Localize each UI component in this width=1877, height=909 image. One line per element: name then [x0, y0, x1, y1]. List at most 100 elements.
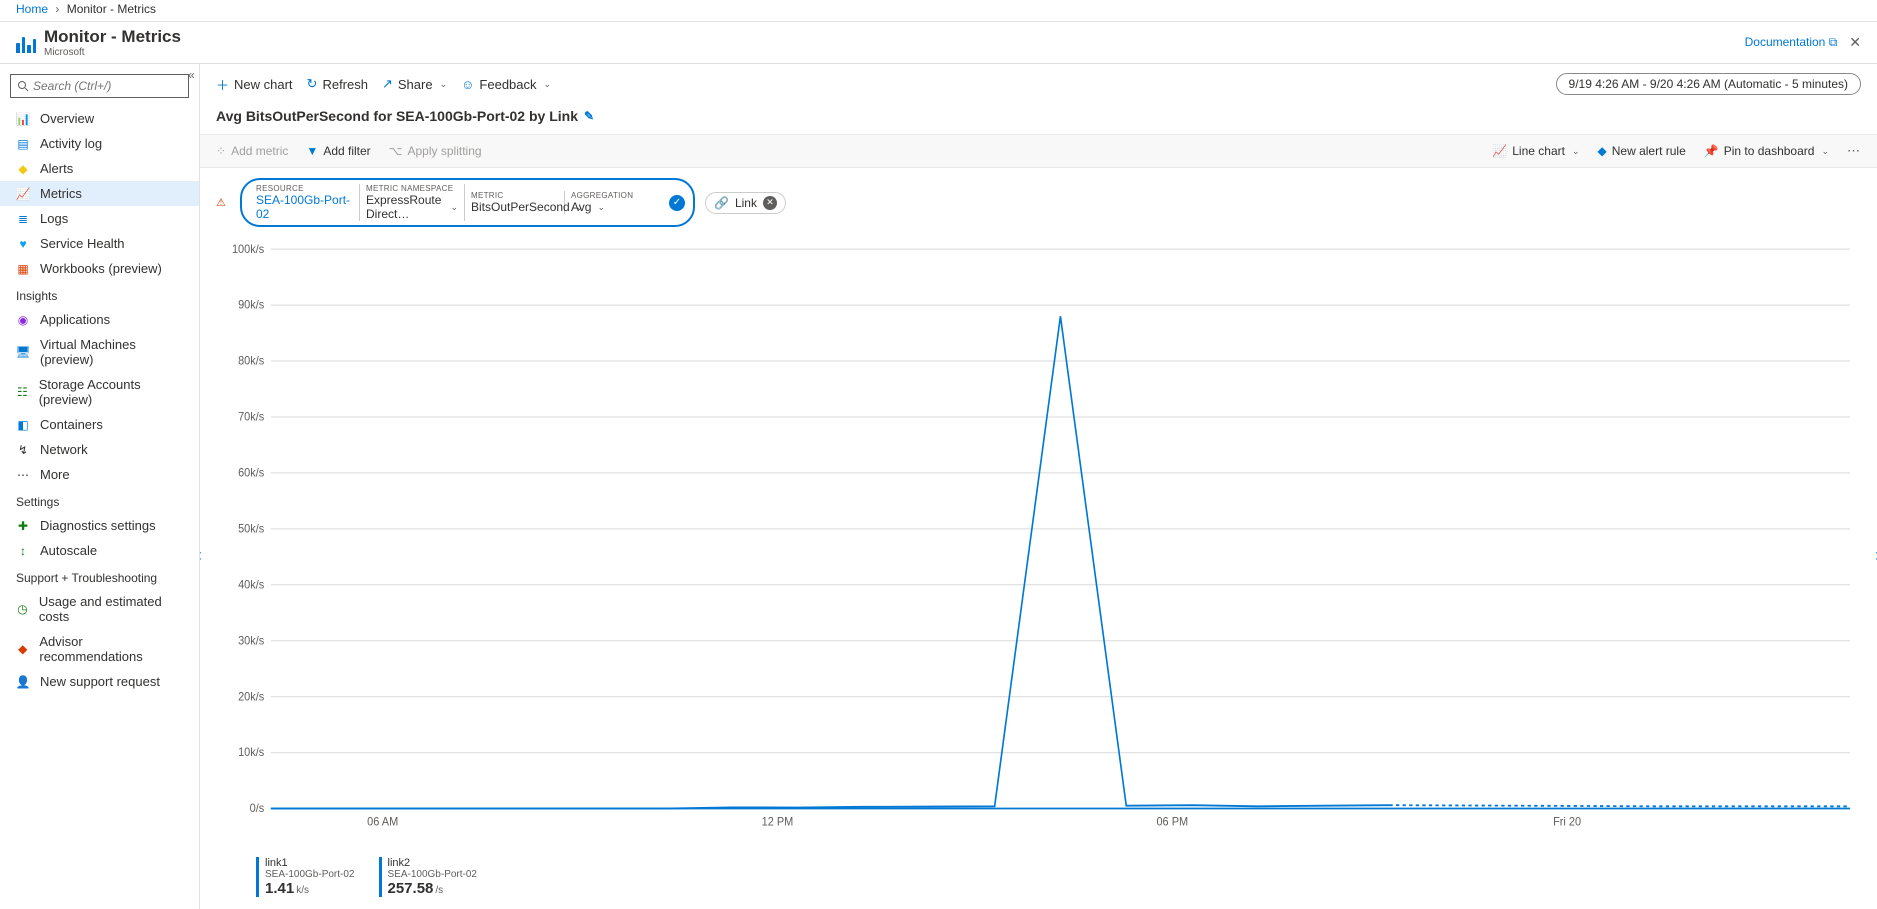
sidebar-item-applications[interactable]: ◉Applications — [0, 307, 199, 332]
aggregation-selector[interactable]: Avg⌄ — [571, 200, 659, 214]
nav-item-label: Workbooks (preview) — [40, 261, 162, 276]
sidebar-search[interactable] — [10, 74, 189, 98]
nav-item-icon: ☷ — [16, 385, 29, 399]
sidebar-item-usage-and-estimated-costs[interactable]: ◷Usage and estimated costs — [0, 589, 199, 629]
legend-source: SEA-100Gb-Port-02 — [388, 869, 478, 880]
smiley-icon: ☺ — [461, 77, 474, 92]
chevron-down-icon: ⌄ — [544, 79, 552, 90]
search-input[interactable] — [33, 79, 182, 93]
page-subtitle: Microsoft — [44, 47, 181, 58]
metric-query-row: ⚠ RESOURCE SEA-100Gb-Port-02 METRIC NAME… — [200, 168, 1877, 237]
nav-item-icon: ↯ — [16, 443, 30, 457]
metric-label: METRIC — [471, 191, 558, 200]
nav-item-label: New support request — [40, 674, 160, 689]
svg-text:Fri 20: Fri 20 — [1553, 816, 1581, 829]
funnel-icon: ▼ — [306, 144, 318, 158]
close-icon[interactable]: ✕ — [1849, 34, 1861, 51]
filter-chip-link[interactable]: 🔗 Link ✕ — [705, 192, 786, 214]
sidebar-item-containers[interactable]: ◧Containers — [0, 412, 199, 437]
sidebar-item-new-support-request[interactable]: 👤New support request — [0, 669, 199, 694]
chevron-down-icon: ⌄ — [597, 202, 605, 213]
sidebar-item-diagnostics-settings[interactable]: ✚Diagnostics settings — [0, 513, 199, 538]
sidebar-item-alerts[interactable]: ◆Alerts — [0, 156, 199, 181]
split-icon: ⌥ — [389, 144, 403, 158]
nav-item-icon: ⋯ — [16, 468, 30, 482]
nav-group-support: Support + Troubleshooting — [0, 563, 199, 589]
sidebar-item-service-health[interactable]: ♥Service Health — [0, 231, 199, 256]
sidebar-item-advisor-recommendations[interactable]: ◆Advisor recommendations — [0, 629, 199, 669]
breadcrumb: Home › Monitor - Metrics — [0, 0, 1877, 22]
chevron-down-icon: ⌄ — [450, 202, 458, 213]
resource-selector[interactable]: SEA-100Gb-Port-02 — [256, 193, 353, 221]
nav-item-icon: 📈 — [16, 187, 30, 201]
nav-item-label: Logs — [40, 211, 68, 226]
chevron-down-icon: ⌄ — [1572, 146, 1580, 157]
refresh-button[interactable]: ↻Refresh — [307, 76, 368, 92]
nav-item-label: Network — [40, 442, 88, 457]
metrics-line-chart[interactable]: 0/s10k/s20k/s30k/s40k/s50k/s60k/s70k/s80… — [216, 237, 1861, 845]
sidebar-item-storage-accounts-preview-[interactable]: ☷ Storage Accounts (preview) — [0, 372, 199, 412]
nav-group-insights: Insights — [0, 281, 199, 307]
nav-item-icon: 🖥 — [16, 345, 30, 359]
nav-item-label: Containers — [40, 417, 103, 432]
breadcrumb-current: Monitor - Metrics — [67, 2, 156, 16]
chart-type-dropdown[interactable]: 📈Line chart⌄ — [1492, 144, 1579, 158]
remove-filter-icon[interactable]: ✕ — [763, 196, 777, 210]
sidebar-item-activity-log[interactable]: ▤Activity log — [0, 131, 199, 156]
documentation-link[interactable]: Documentation ⧉ — [1745, 35, 1838, 50]
nav-group-settings: Settings — [0, 487, 199, 513]
pin-icon: 📌 — [1704, 144, 1719, 158]
nav-item-label: Virtual Machines (preview) — [40, 337, 183, 367]
nav-item-label: Usage and estimated costs — [39, 594, 183, 624]
sidebar-item-logs[interactable]: ≣Logs — [0, 206, 199, 231]
sidebar-item-autoscale[interactable]: ↕Autoscale — [0, 538, 199, 563]
more-options-button[interactable]: ⋯ — [1847, 143, 1861, 159]
sidebar-item-metrics[interactable]: 📈Metrics — [0, 181, 199, 206]
legend-item-link2[interactable]: link2SEA-100Gb-Port-02257.58/s — [379, 857, 478, 897]
collapse-sidebar-icon[interactable]: « — [188, 68, 195, 82]
svg-text:100k/s: 100k/s — [232, 243, 264, 256]
time-range-picker[interactable]: 9/19 4:26 AM - 9/20 4:26 AM (Automatic -… — [1556, 73, 1861, 95]
apply-splitting-button[interactable]: ⌥Apply splitting — [389, 144, 482, 158]
sparkle-icon: ⁘ — [216, 144, 226, 158]
namespace-label: METRIC NAMESPACE — [366, 184, 458, 193]
feedback-button[interactable]: ☺Feedback⌄ — [461, 77, 551, 92]
sidebar-item-workbooks-preview-[interactable]: ▦Workbooks (preview) — [0, 256, 199, 281]
legend-name: link1 — [265, 857, 355, 869]
link-icon: 🔗 — [714, 196, 729, 210]
nav-item-icon: ↕ — [16, 544, 30, 558]
chart-toolbar: ＋New chart ↻Refresh ↗Share⌄ ☺Feedback⌄ 9… — [200, 64, 1877, 104]
legend-item-link1[interactable]: link1SEA-100Gb-Port-021.41k/s — [256, 857, 355, 897]
prev-chart-icon[interactable]: ‹ — [200, 545, 202, 566]
legend-unit: /s — [435, 885, 443, 896]
nav-item-icon: 📊 — [16, 112, 30, 126]
share-button[interactable]: ↗Share⌄ — [382, 76, 447, 92]
legend-name: link2 — [388, 857, 478, 869]
add-metric-button[interactable]: ⁘Add metric — [216, 144, 288, 158]
add-filter-button[interactable]: ▼Add filter — [306, 144, 370, 158]
metric-selector[interactable]: BitsOutPerSecond⌄ — [471, 200, 558, 214]
sidebar-item-network[interactable]: ↯ Network — [0, 437, 199, 462]
svg-text:06 PM: 06 PM — [1156, 816, 1188, 829]
sidebar-item-overview[interactable]: 📊Overview — [0, 106, 199, 131]
chart-legend: link1SEA-100Gb-Port-021.41k/s link2SEA-10… — [200, 853, 1877, 909]
pin-dashboard-button[interactable]: 📌Pin to dashboard⌄ — [1704, 144, 1829, 158]
edit-title-icon[interactable]: ✎ — [584, 109, 594, 123]
new-chart-button[interactable]: ＋New chart — [216, 75, 293, 94]
svg-text:80k/s: 80k/s — [238, 355, 264, 368]
breadcrumb-home[interactable]: Home — [16, 2, 48, 16]
line-chart-icon: 📈 — [1492, 144, 1507, 158]
namespace-selector[interactable]: ExpressRoute Direct…⌄ — [366, 193, 458, 221]
monitor-logo-icon — [16, 33, 36, 53]
sidebar-item-more[interactable]: ⋯More — [0, 462, 199, 487]
sidebar-item-virtual-machines-preview-[interactable]: 🖥 Virtual Machines (preview) — [0, 332, 199, 372]
chart-title: Avg BitsOutPerSecond for SEA-100Gb-Port-… — [216, 108, 578, 124]
svg-text:60k/s: 60k/s — [238, 467, 264, 480]
svg-text:40k/s: 40k/s — [238, 579, 264, 592]
nav-item-label: Storage Accounts (preview) — [39, 377, 183, 407]
chart-title-row: Avg BitsOutPerSecond for SEA-100Gb-Port-… — [200, 104, 1877, 134]
page-title: Monitor - Metrics — [44, 27, 181, 47]
new-alert-button[interactable]: ◆New alert rule — [1598, 144, 1686, 158]
query-valid-icon: ✓ — [669, 195, 685, 211]
alert-icon: ◆ — [1598, 144, 1607, 158]
